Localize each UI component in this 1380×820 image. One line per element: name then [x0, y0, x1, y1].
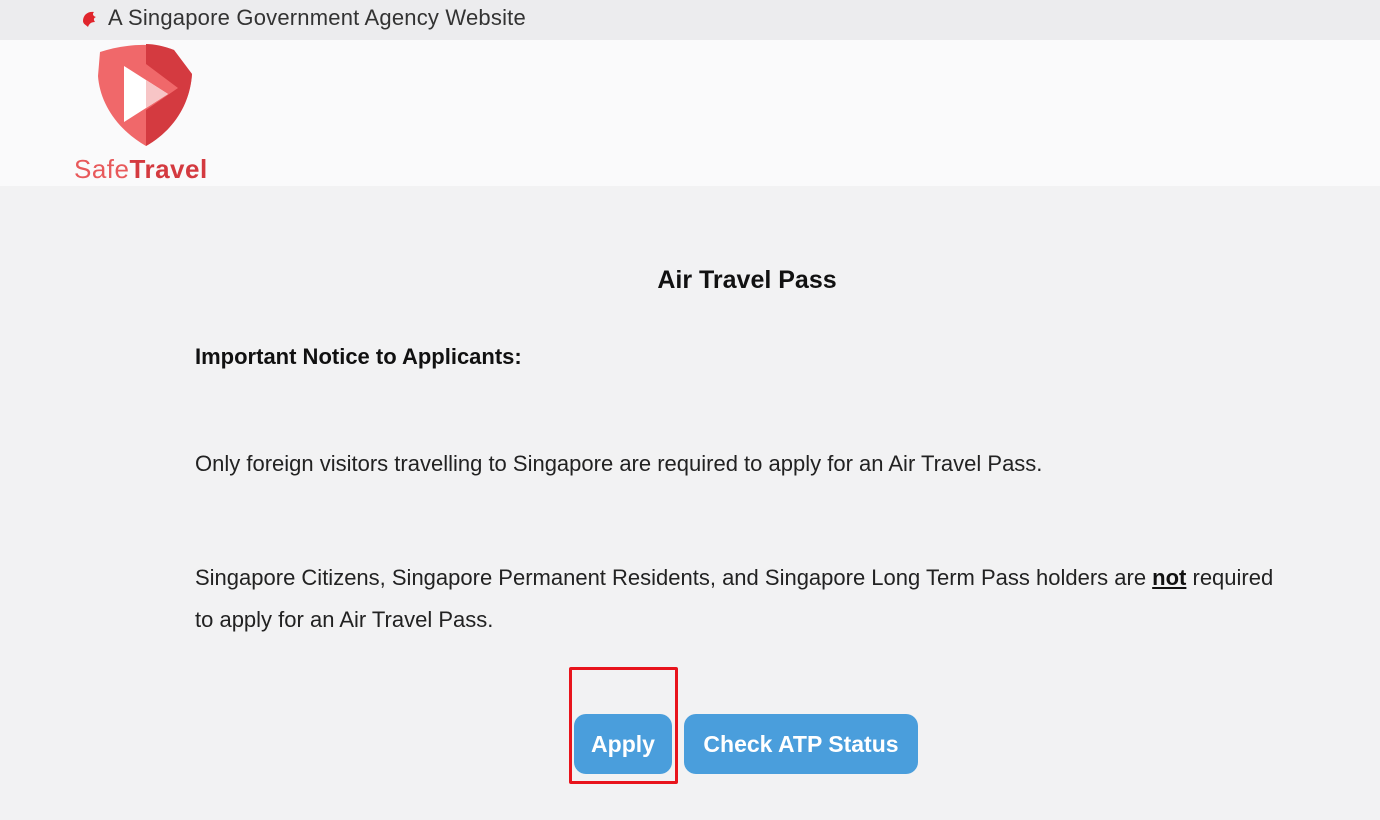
safetravel-shield-play-icon: [98, 44, 192, 146]
logo-word-travel: Travel: [129, 154, 208, 184]
safetravel-logo[interactable]: SafeTravel: [72, 44, 212, 184]
notice-paragraph-exemptions: Singapore Citizens, Singapore Permanent …: [195, 557, 1275, 641]
logo-word-safe: Safe: [74, 154, 130, 184]
government-masthead: A Singapore Government Agency Website: [0, 0, 1380, 40]
emphasis-not: not: [1152, 565, 1187, 590]
notice-heading: Important Notice to Applicants:: [195, 344, 522, 369]
exemption-text-before: Singapore Citizens, Singapore Permanent …: [195, 565, 1153, 590]
lion-head-icon: [83, 11, 96, 27]
logo-wordmark: SafeTravel: [74, 154, 208, 185]
page-title: Air Travel Pass: [657, 266, 837, 294]
notice-paragraph-visitors: Only foreign visitors travelling to Sing…: [195, 451, 1043, 476]
check-atp-status-button[interactable]: Check ATP Status: [684, 714, 918, 774]
masthead-label: A Singapore Government Agency Website: [108, 5, 526, 30]
apply-button[interactable]: Apply: [574, 714, 672, 774]
